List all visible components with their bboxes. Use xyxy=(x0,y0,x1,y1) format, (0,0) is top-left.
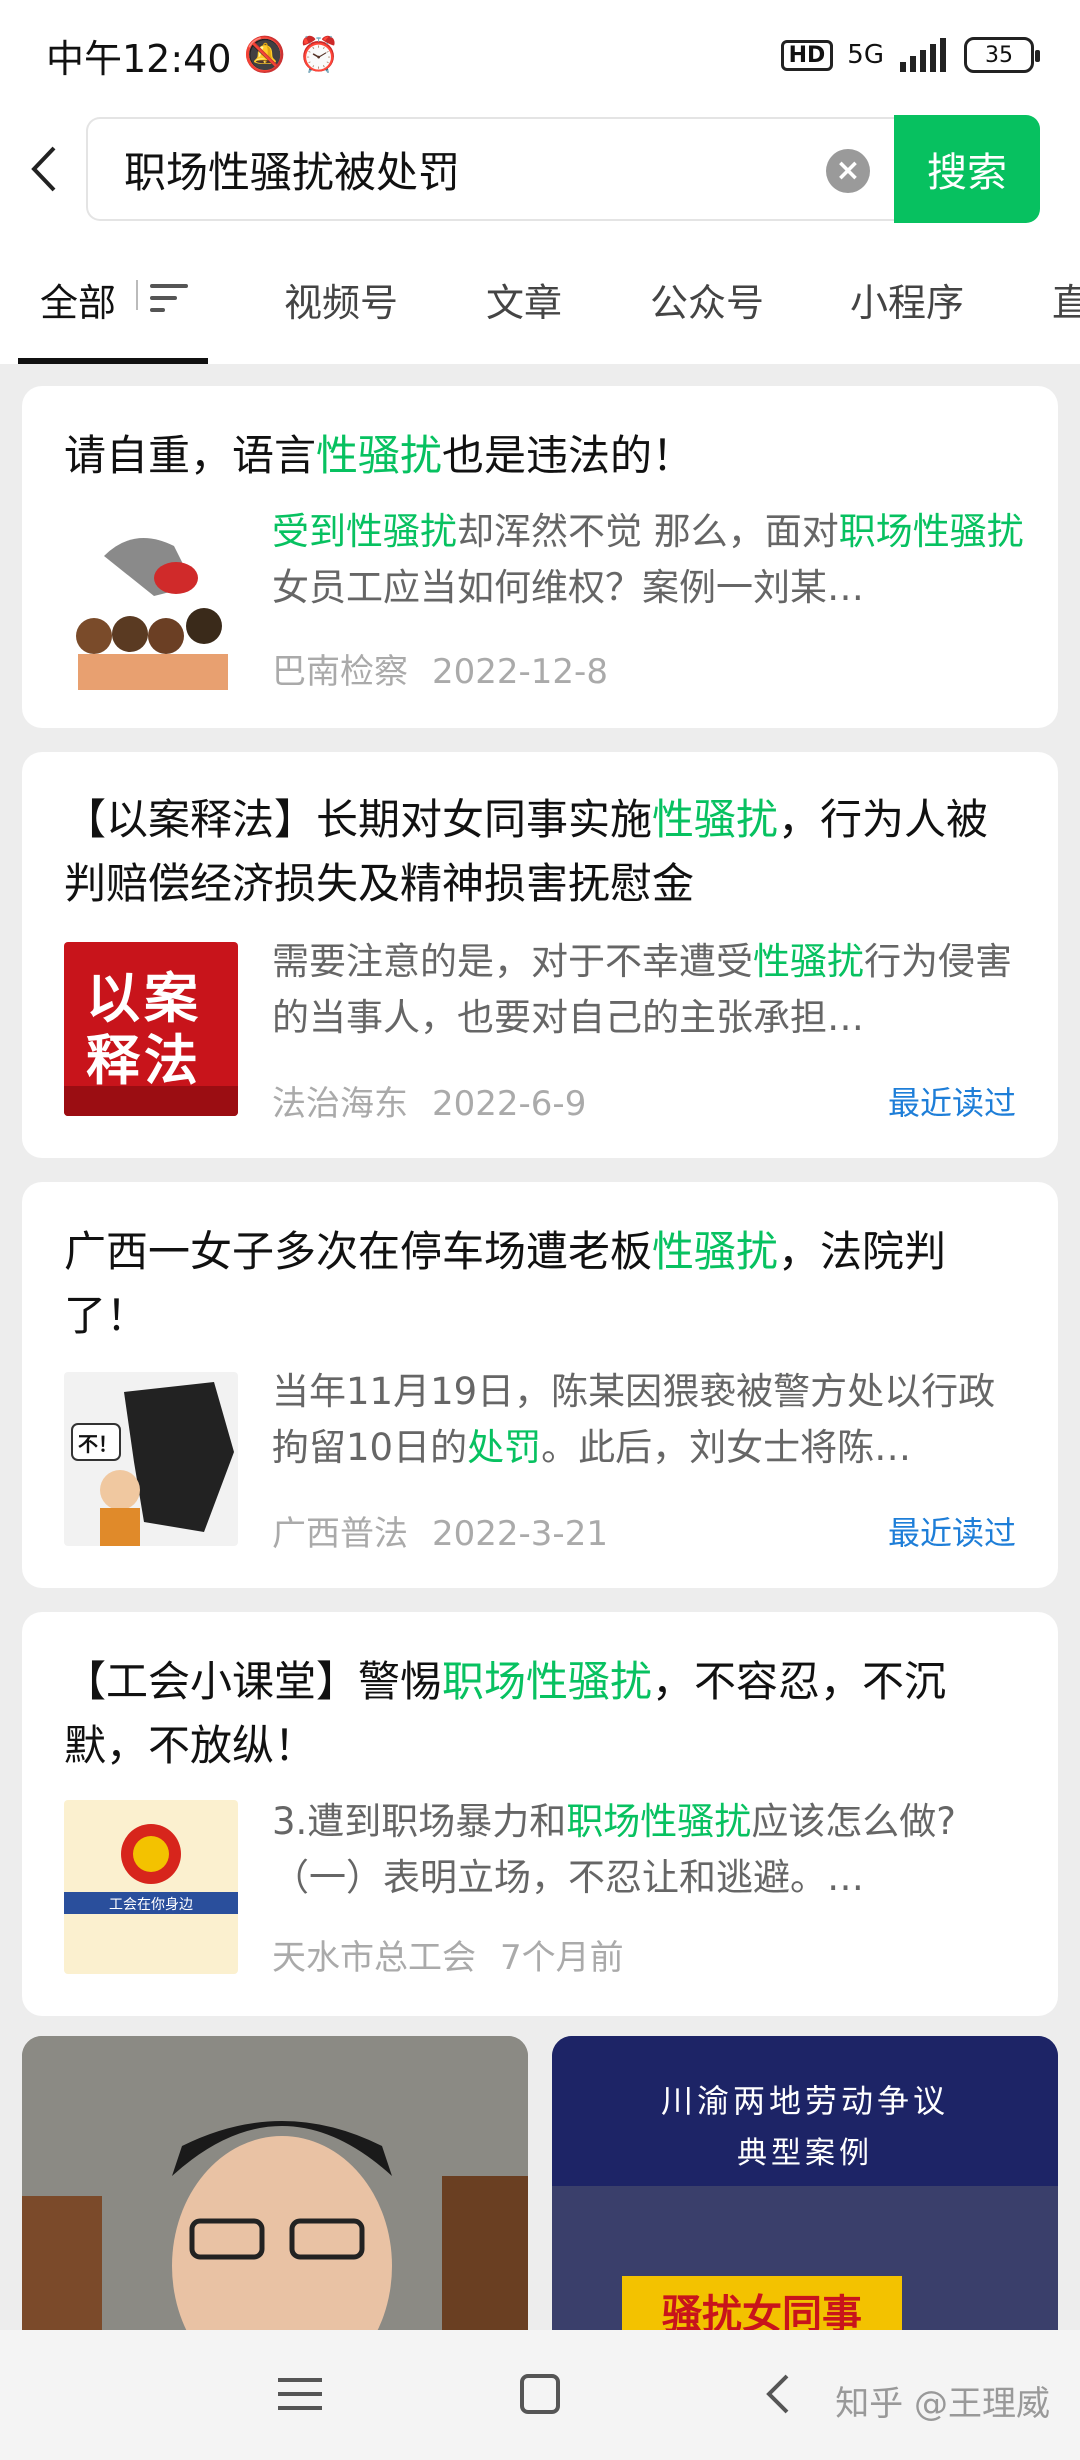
video-caption: 骚扰女同事 xyxy=(662,2292,862,2336)
result-snippet: 需要注意的是，对于不幸遭受性骚扰行为侵害的当事人，也要对自己的主张承担… xyxy=(272,940,1012,1039)
result-card[interactable]: 请自重，语言性骚扰也是违法的！ 受到性骚扰却浑然不觉 那么，面对职场性骚扰 女员… xyxy=(22,386,1058,728)
network-label: 5G xyxy=(847,40,884,70)
chevron-left-icon xyxy=(31,146,56,192)
result-title: 【工会小课堂】警惕职场性骚扰，不容忍，不沉默，不放纵！ xyxy=(64,1657,947,1770)
battery-icon: 35 xyxy=(964,37,1040,73)
result-source: 天水市总工会 xyxy=(272,1938,476,1978)
search-bar: 职场性骚扰被处罚 × 搜索 xyxy=(0,110,1080,228)
alarm-icon: ⏰ xyxy=(297,35,341,75)
mute-bell-icon: 🔕 xyxy=(243,35,286,75)
result-snippet: 受到性骚扰却浑然不觉 那么，面对职场性骚扰 女员工应当如何维权？案例一刘某… xyxy=(272,510,1024,609)
thumbnail-caption: 以案释法 xyxy=(86,967,202,1092)
result-snippet: 当年11月19日，陈某因猥亵被警方处以行政拘留10日的处罚。此后，刘女士将陈… xyxy=(272,1370,996,1469)
result-meta: 法治海东 2022-6-9 xyxy=(272,1076,586,1125)
clear-icon[interactable]: × xyxy=(826,149,870,193)
video-caption: 川渝两地劳动争议 xyxy=(660,2082,949,2120)
result-meta: 天水市总工会 7个月前 xyxy=(272,1930,624,1979)
tab-channels[interactable]: 视频号 xyxy=(284,272,398,327)
tab-all[interactable]: 全部 xyxy=(40,272,116,327)
search-button[interactable]: 搜索 xyxy=(894,115,1040,223)
result-meta: 巴南检察 2022-12-8 xyxy=(272,644,608,693)
result-card[interactable]: 广西一女子多次在停车场遭老板性骚扰，法院判了！ 不！ 当年11月19日，陈某因猥… xyxy=(22,1182,1058,1588)
active-tab-indicator xyxy=(18,358,208,364)
result-title: 广西一女子多次在停车场遭老板性骚扰，法院判了！ xyxy=(64,1227,947,1340)
status-time: 中午12:40 xyxy=(46,36,232,81)
tab-articles[interactable]: 文章 xyxy=(486,272,562,327)
search-input[interactable]: 职场性骚扰被处罚 × xyxy=(86,117,894,221)
result-date: 2022-3-21 xyxy=(432,1514,608,1554)
result-title: 【以案释法】长期对女同事实施性骚扰，行为人被判赔偿经济损失及精神损害抚慰金 xyxy=(64,795,989,908)
result-thumbnail: 工会在你身边 xyxy=(64,1800,238,1974)
result-snippet: 3.遭到职场暴力和职场性骚扰应该怎么做?（一）表明立场，不忍让和逃避。… xyxy=(272,1800,956,1899)
result-date: 2022-12-8 xyxy=(432,652,608,692)
result-title: 请自重，语言性骚扰也是违法的！ xyxy=(64,431,695,480)
result-source: 法治海东 xyxy=(272,1084,408,1124)
result-source: 巴南检察 xyxy=(272,652,408,692)
system-nav-bar: 知乎 @王理威 xyxy=(0,2330,1080,2460)
hd-badge: HD xyxy=(780,39,834,71)
result-thumbnail xyxy=(64,516,238,690)
thumbnail-caption: 工会在你身边 xyxy=(109,1897,193,1913)
recently-read-badge: 最近读过 xyxy=(887,1084,1016,1122)
menu-icon[interactable] xyxy=(270,2364,330,2424)
battery-level: 35 xyxy=(985,42,1013,68)
result-thumbnail: 以案释法 xyxy=(64,942,238,1116)
result-date: 7个月前 xyxy=(500,1938,624,1978)
search-query: 职场性骚扰被处罚 xyxy=(124,147,461,197)
back-button[interactable] xyxy=(0,114,86,224)
back-nav-icon[interactable] xyxy=(748,2364,808,2424)
video-card[interactable]: 川渝两地劳动争议 典型案例 骚扰女同事 xyxy=(552,2036,1058,2336)
watermark: 知乎 @王理威 xyxy=(835,2384,1050,2424)
result-card[interactable]: 【以案释法】长期对女同事实施性骚扰，行为人被判赔偿经济损失及精神损害抚慰金 以案… xyxy=(22,752,1058,1158)
video-card[interactable] xyxy=(22,2036,528,2336)
thumbnail-caption: 不！ xyxy=(78,1432,118,1456)
filter-icon[interactable] xyxy=(150,284,188,312)
result-card[interactable]: 【工会小课堂】警惕职场性骚扰，不容忍，不沉默，不放纵！ 工会在你身边 3.遭到职… xyxy=(22,1612,1058,2016)
recently-read-badge: 最近读过 xyxy=(887,1514,1016,1552)
video-caption: 典型案例 xyxy=(737,2136,873,2171)
tab-divider xyxy=(136,280,138,310)
result-source: 广西普法 xyxy=(272,1514,408,1554)
result-date: 2022-6-9 xyxy=(432,1084,587,1124)
result-thumbnail: 不！ xyxy=(64,1372,238,1546)
tab-bar: 全部 视频号 文章 公众号 小程序 直 xyxy=(0,228,1080,364)
tab-mini-programs[interactable]: 小程序 xyxy=(850,272,964,327)
home-icon[interactable] xyxy=(510,2364,570,2424)
video-results: 川渝两地劳动争议 典型案例 骚扰女同事 xyxy=(22,2036,1058,2336)
signal-icon xyxy=(900,38,946,72)
result-meta: 广西普法 2022-3-21 xyxy=(272,1506,608,1555)
status-bar: 中午12:40 🔕 ⏰ HD 5G 35 xyxy=(0,0,1080,110)
tab-live[interactable]: 直 xyxy=(1052,272,1080,327)
tab-official-accounts[interactable]: 公众号 xyxy=(650,272,764,327)
